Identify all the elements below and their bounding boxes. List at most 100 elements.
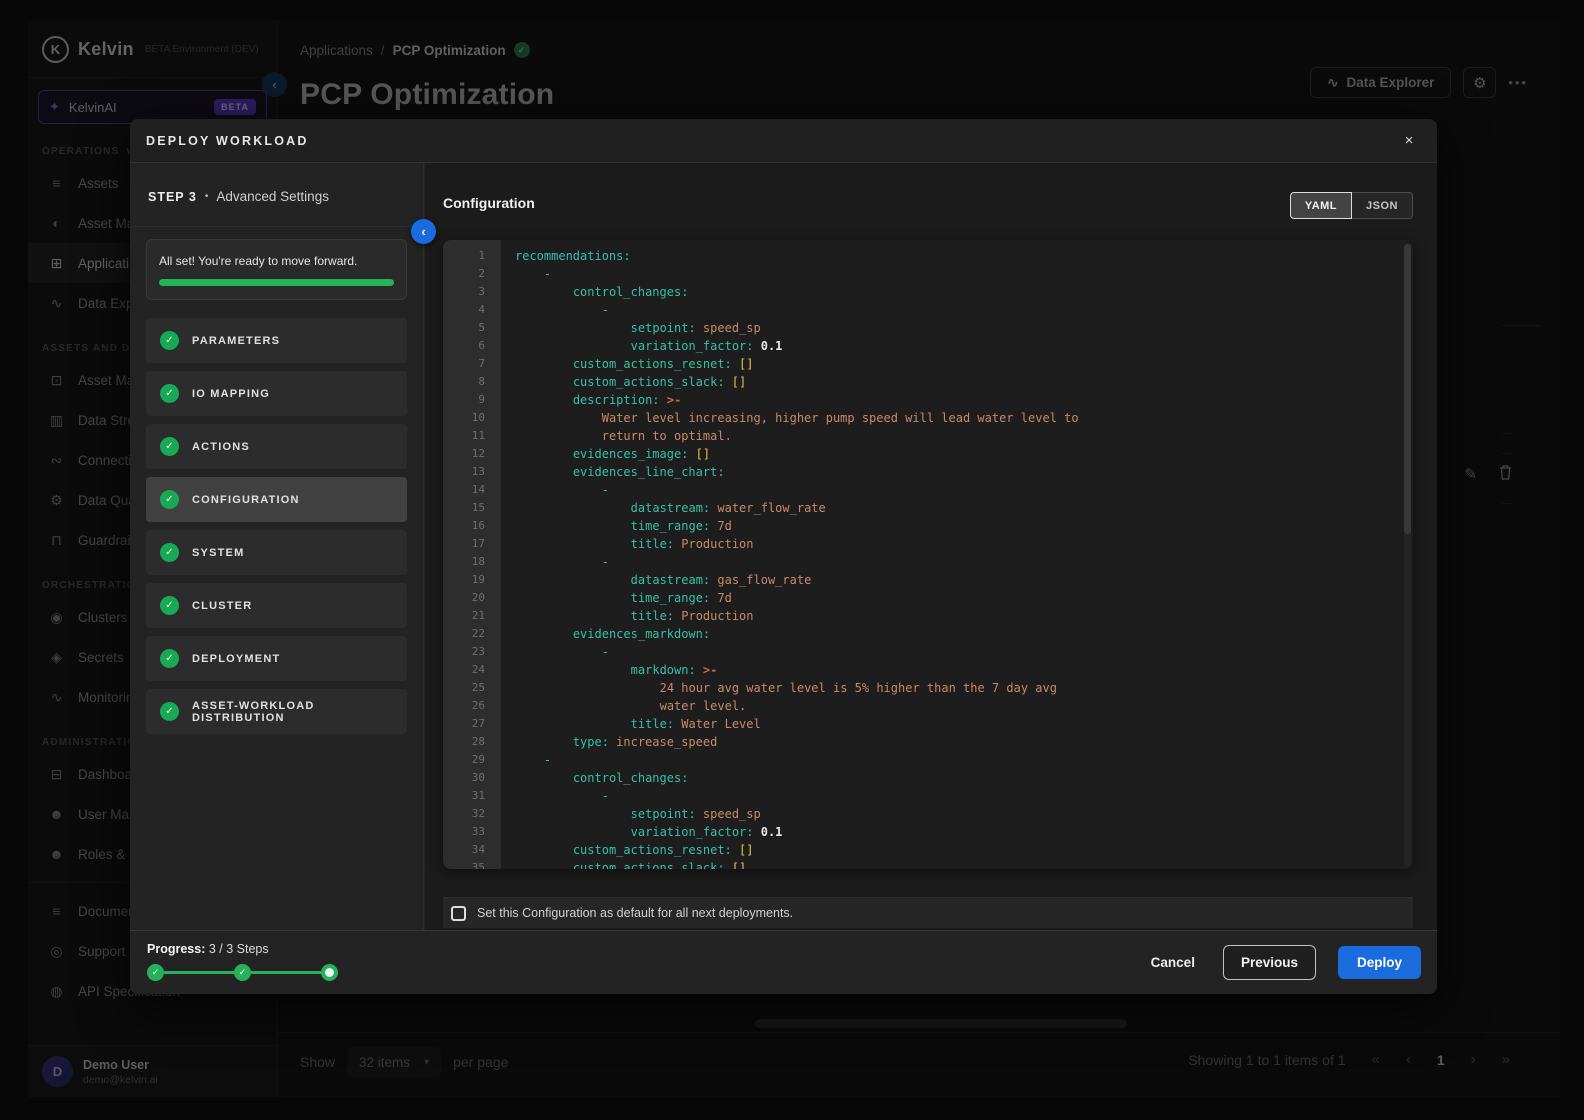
code-line: -	[601, 303, 609, 317]
step-item-label: SYSTEM	[192, 546, 245, 559]
progress-value: 3 / 3 Steps	[208, 942, 269, 956]
line-number: 27	[471, 717, 485, 730]
code-line: return to optimal.	[601, 429, 732, 443]
code-line: custom_actions_resnet: []	[572, 843, 754, 857]
line-number: 7	[478, 357, 485, 370]
code-line: type: increase_speed	[572, 735, 718, 749]
code-line: datastream: gas_flow_rate	[630, 573, 812, 587]
deploy-button[interactable]: Deploy	[1337, 946, 1421, 979]
modal-header: DEPLOY WORKLOAD ×	[130, 119, 1437, 163]
step-item-label: CONFIGURATION	[192, 493, 300, 506]
line-number: 26	[471, 699, 485, 712]
line-number: 16	[471, 519, 485, 532]
step-item-label: PARAMETERS	[192, 334, 281, 347]
code-line: variation_factor: 0.1	[630, 825, 783, 839]
code-line: evidences_image: []	[572, 447, 711, 461]
code-line: time_range: 7d	[630, 519, 732, 533]
configuration-panel: Configuration YAML JSON 1 2 3 4 5 6 7 8 9 10 11 12 1…	[425, 163, 1437, 930]
code-line: evidences_markdown:	[572, 627, 711, 641]
code-line: 24 hour avg water level is 5% higher tha…	[659, 681, 1057, 695]
progress-label: Progress:	[147, 942, 206, 956]
code-line: time_range: 7d	[630, 591, 732, 605]
line-number: 5	[478, 321, 485, 334]
collapse-steps-button[interactable]: ‹	[411, 219, 436, 244]
code-line: title: Water Level	[630, 717, 761, 731]
code-line: markdown: >-	[630, 663, 718, 677]
step-item-configuration[interactable]: ✓ CONFIGURATION	[146, 477, 407, 522]
default-config-row: Set this Configuration as default for al…	[443, 897, 1413, 928]
steps-panel: STEP 3 • Advanced Settings All set! You'…	[130, 163, 424, 930]
code-line: setpoint: speed_sp	[630, 807, 761, 821]
check-icon: ✓	[238, 967, 247, 977]
code-line: control_changes:	[572, 771, 689, 785]
editor-scrollbar-thumb[interactable]	[1404, 244, 1411, 534]
line-number: 30	[471, 771, 485, 784]
step-item-asset-workload-distribution[interactable]: ✓ ASSET-WORKLOAD DISTRIBUTION	[146, 689, 407, 734]
step-name: Advanced Settings	[216, 189, 329, 204]
step-item-parameters[interactable]: ✓ PARAMETERS	[146, 318, 407, 363]
line-number: 14	[471, 483, 485, 496]
line-number: 9	[478, 393, 485, 406]
code-line: custom_actions_slack: []	[572, 861, 747, 869]
yaml-toggle-button[interactable]: YAML	[1289, 192, 1353, 219]
step-item-label: ASSET-WORKLOAD DISTRIBUTION	[192, 699, 315, 724]
app-window: K Kelvin BETA Environment (DEV) ✦ Kelvin…	[28, 20, 1560, 1097]
step-item-io-mapping[interactable]: ✓ IO MAPPING	[146, 371, 407, 416]
step2-done-dot: ✓	[234, 964, 251, 981]
line-number: 2	[478, 267, 485, 280]
line-number-gutter: 1 2 3 4 5 6 7 8 9 10 11 12 13 14 15 16 17 18 19 20 21 22 23 24 2…	[443, 240, 501, 869]
check-icon: ✓	[160, 649, 179, 668]
line-number: 11	[471, 429, 485, 442]
code-line: datastream: water_flow_rate	[630, 501, 826, 515]
code-line: title: Production	[630, 609, 754, 623]
json-toggle-button[interactable]: JSON	[1352, 192, 1413, 219]
code-line: description: >-	[572, 393, 682, 407]
line-number: 12	[471, 447, 485, 460]
line-number: 20	[471, 591, 485, 604]
previous-button[interactable]: Previous	[1222, 945, 1316, 980]
code-line: title: Production	[630, 537, 754, 551]
step-number: STEP 3	[148, 189, 197, 204]
cancel-button[interactable]: Cancel	[1145, 947, 1201, 978]
step-item-actions[interactable]: ✓ ACTIONS	[146, 424, 407, 469]
close-icon[interactable]: ×	[1397, 129, 1421, 153]
bullet-icon: •	[204, 191, 209, 202]
line-number: 22	[471, 627, 485, 640]
step-item-label: IO MAPPING	[192, 387, 271, 400]
step-item-deployment[interactable]: ✓ DEPLOYMENT	[146, 636, 407, 681]
chevron-left-icon: ‹	[421, 224, 426, 239]
step1-done-dot: ✓	[147, 964, 164, 981]
code-line: -	[601, 483, 609, 497]
check-icon: ✓	[160, 331, 179, 350]
line-number: 1	[478, 249, 485, 262]
line-number: 31	[471, 789, 485, 802]
check-icon: ✓	[151, 967, 160, 977]
step-item-system[interactable]: ✓ SYSTEM	[146, 530, 407, 575]
step3-current-dot	[321, 964, 338, 981]
code-line: -	[543, 267, 552, 281]
check-icon: ✓	[160, 702, 179, 721]
code-area: recommendations: - control_changes: - setpoi…	[501, 240, 1401, 869]
line-number: 33	[471, 825, 485, 838]
code-line: -	[601, 555, 609, 569]
line-number: 34	[471, 843, 485, 856]
default-config-checkbox[interactable]	[451, 905, 466, 921]
all-set-card: All set! You're ready to move forward.	[146, 239, 407, 300]
line-number: 10	[471, 411, 485, 424]
yaml-code-editor[interactable]: 1 2 3 4 5 6 7 8 9 10 11 12 13 14 15 16 17 18 19 20 21 22 23 24 2…	[443, 240, 1413, 869]
line-number: 13	[471, 465, 485, 478]
code-line: recommendations:	[515, 249, 631, 263]
step-item-label: CLUSTER	[192, 599, 253, 612]
check-icon: ✓	[160, 437, 179, 456]
check-icon: ✓	[160, 490, 179, 509]
step-item-cluster[interactable]: ✓ CLUSTER	[146, 583, 407, 628]
line-number: 32	[471, 807, 485, 820]
step-item-label: ACTIONS	[192, 440, 250, 453]
line-number: 15	[471, 501, 485, 514]
code-line: -	[543, 753, 552, 767]
code-line: water level.	[659, 699, 747, 713]
check-icon: ✓	[160, 384, 179, 403]
check-icon: ✓	[160, 543, 179, 562]
line-number: 29	[471, 753, 485, 766]
line-number: 6	[478, 339, 485, 352]
